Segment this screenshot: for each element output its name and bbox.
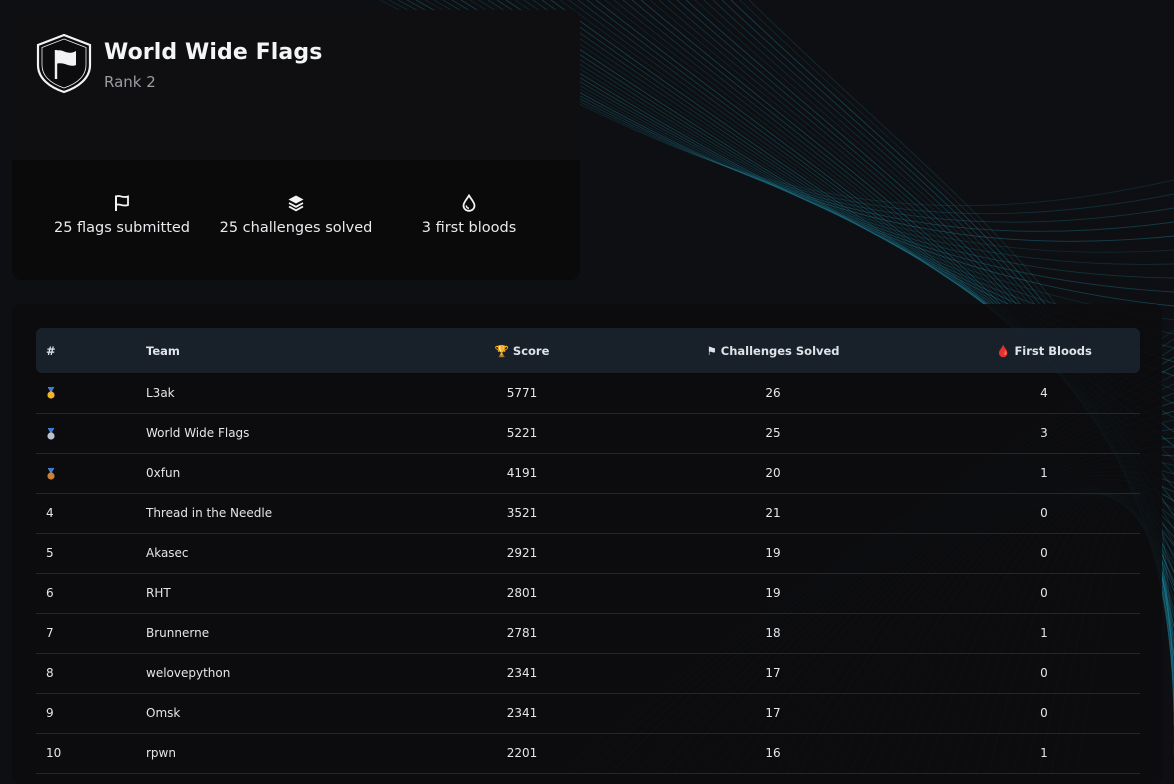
stat-first-bloods: 3 first bloods (379, 194, 559, 236)
solved-cell: 21 (765, 506, 781, 520)
leaderboard-table: # Team 🏆 Score ⚑ Challenges Solved 🩸 Fir… (36, 328, 1140, 774)
score-cell: 4191 (506, 466, 538, 480)
score-cell: 2781 (506, 626, 538, 640)
solved-cell: 17 (765, 706, 781, 720)
team-name-cell[interactable]: L3ak (146, 373, 446, 413)
flag-shield-icon (36, 33, 92, 94)
stat-label: 3 first bloods (421, 220, 517, 236)
first-bloods-cell: 0 (1040, 506, 1048, 520)
bronze-medal-icon (47, 467, 55, 480)
score-cell: 5771 (506, 385, 538, 400)
team-rank: Rank 2 (104, 73, 156, 91)
first-bloods-cell: 0 (1040, 706, 1048, 720)
column-challenges-solved[interactable]: ⚑ Challenges Solved (598, 328, 948, 373)
team-name-cell[interactable]: 0xfun (146, 453, 446, 493)
table-row[interactable]: L3ak 5771 26 4 (36, 373, 1140, 413)
rank-cell: 5 (46, 546, 54, 560)
first-bloods-cell: 0 (1040, 546, 1048, 560)
layers-icon (288, 195, 304, 212)
rank-cell: 9 (46, 706, 54, 720)
flag-icon (115, 195, 129, 211)
column-rank[interactable]: # (36, 328, 146, 373)
rank-cell: 7 (46, 626, 54, 640)
stat-label: 25 challenges solved (219, 220, 373, 236)
leaderboard-header-row: # Team 🏆 Score ⚑ Challenges Solved 🩸 Fir… (36, 328, 1140, 373)
table-row[interactable]: 4 Thread in the Needle 3521 21 0 (36, 493, 1140, 533)
table-row[interactable]: 7 Brunnerne 2781 18 1 (36, 613, 1140, 653)
first-bloods-cell: 1 (1040, 466, 1048, 480)
score-cell: 2201 (506, 746, 538, 760)
rank-cell (36, 453, 146, 493)
team-stats: 25 flags submitted 25 challenges solved … (12, 160, 580, 280)
rank-cell: 4 (46, 506, 54, 520)
team-name-cell[interactable]: welovepython (146, 653, 446, 693)
table-row[interactable]: 10 rpwn 2201 16 1 (36, 733, 1140, 773)
score-cell: 3521 (506, 506, 538, 520)
team-name-cell[interactable]: World Wide Flags (146, 413, 446, 453)
solved-cell: 19 (765, 586, 781, 600)
table-row[interactable]: 8 welovepython 2341 17 0 (36, 653, 1140, 693)
solved-cell: 25 (765, 426, 781, 440)
score-cell: 2921 (506, 546, 538, 560)
team-name-cell[interactable]: Thread in the Needle (146, 493, 446, 533)
first-bloods-cell: 1 (1040, 626, 1048, 640)
table-row[interactable]: 9 Omsk 2341 17 0 (36, 693, 1140, 733)
team-name: World Wide Flags (104, 40, 323, 65)
solved-cell: 19 (765, 546, 781, 560)
solved-cell: 16 (765, 746, 781, 760)
table-row[interactable]: 0xfun 4191 20 1 (36, 453, 1140, 493)
team-name-cell[interactable]: Omsk (146, 693, 446, 733)
team-header: World Wide Flags Rank 2 (12, 10, 580, 160)
first-bloods-cell: 4 (1040, 385, 1048, 400)
rank-cell (36, 373, 146, 413)
solved-cell: 26 (765, 385, 781, 400)
solved-cell: 18 (765, 626, 781, 640)
rank-cell: 10 (46, 746, 62, 760)
silver-medal-icon (47, 427, 55, 440)
column-first-bloods[interactable]: 🩸 First Bloods (948, 328, 1140, 373)
first-bloods-cell: 3 (1040, 426, 1048, 440)
table-row[interactable]: 5 Akasec 2921 19 0 (36, 533, 1140, 573)
score-cell: 5221 (506, 426, 538, 440)
team-name-cell[interactable]: RHT (146, 573, 446, 613)
stat-flags-submitted: 25 flags submitted (32, 194, 212, 236)
team-name-cell[interactable]: Akasec (146, 533, 446, 573)
first-bloods-cell: 0 (1040, 666, 1048, 680)
first-bloods-cell: 1 (1040, 746, 1048, 760)
droplet-icon (462, 194, 476, 212)
column-score[interactable]: 🏆 Score (446, 328, 598, 373)
score-cell: 2341 (506, 666, 538, 680)
score-cell: 2341 (506, 706, 538, 720)
rank-cell (36, 413, 146, 453)
rank-cell: 6 (46, 586, 54, 600)
first-bloods-cell: 0 (1040, 586, 1048, 600)
team-name-cell[interactable]: Brunnerne (146, 613, 446, 653)
team-summary-card: World Wide Flags Rank 2 25 flags submitt… (12, 10, 580, 280)
table-row[interactable]: World Wide Flags 5221 25 3 (36, 413, 1140, 453)
table-row[interactable]: 6 RHT 2801 19 0 (36, 573, 1140, 613)
score-cell: 2801 (506, 586, 538, 600)
stat-label: 25 flags submitted (53, 220, 191, 236)
solved-cell: 20 (765, 466, 781, 480)
solved-cell: 17 (765, 666, 781, 680)
stat-challenges-solved: 25 challenges solved (206, 194, 386, 236)
leaderboard-panel: # Team 🏆 Score ⚑ Challenges Solved 🩸 Fir… (12, 304, 1162, 784)
column-team[interactable]: Team (146, 328, 446, 373)
rank-cell: 8 (46, 666, 54, 680)
team-name-cell[interactable]: rpwn (146, 733, 446, 773)
gold-medal-icon (47, 387, 55, 399)
